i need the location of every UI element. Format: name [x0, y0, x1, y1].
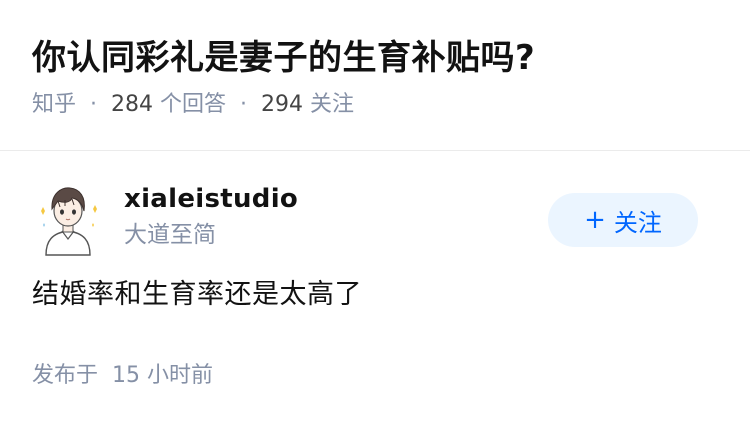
question-meta: 知乎 · 284 个回答 · 294 关注: [32, 90, 718, 120]
follow-button[interactable]: + 关注: [548, 193, 698, 247]
follower-count-label: 关注: [310, 92, 355, 117]
time-value: 15 小时前: [112, 363, 214, 388]
question-header: 你认同彩礼是妻子的生育补贴吗? 知乎 · 284 个回答 · 294 关注: [0, 0, 750, 117]
meta-separator: ·: [240, 92, 248, 117]
answer-time: 发布于 15 小时前: [32, 361, 718, 391]
author-row: xialeistudio 大道至简 + 关注: [32, 181, 718, 273]
answer-card: xialeistudio 大道至简 + 关注 结婚率和生育率还是太高了 发布于 …: [0, 181, 750, 391]
author-name[interactable]: xialeistudio: [124, 181, 298, 217]
author-info: xialeistudio 大道至简: [124, 181, 298, 251]
answer-page: 你认同彩礼是妻子的生育补贴吗? 知乎 · 284 个回答 · 294 关注 xi…: [0, 0, 750, 438]
answer-count-label: 个回答: [160, 92, 227, 117]
question-title[interactable]: 你认同彩礼是妻子的生育补贴吗?: [32, 34, 718, 82]
follower-count: 294: [261, 92, 304, 117]
follow-button-label: 关注: [613, 208, 662, 237]
answer-count: 284: [111, 92, 154, 117]
time-label: 发布于: [32, 363, 99, 388]
plus-icon: +: [584, 205, 606, 235]
avatar[interactable]: [32, 181, 104, 257]
header-divider: [0, 150, 750, 151]
avatar-illustration: [41, 187, 97, 256]
author-bio: 大道至简: [124, 222, 216, 248]
meta-separator: ·: [90, 92, 98, 117]
answer-content[interactable]: 结婚率和生育率还是太高了: [32, 275, 718, 315]
source-label[interactable]: 知乎: [32, 92, 76, 117]
